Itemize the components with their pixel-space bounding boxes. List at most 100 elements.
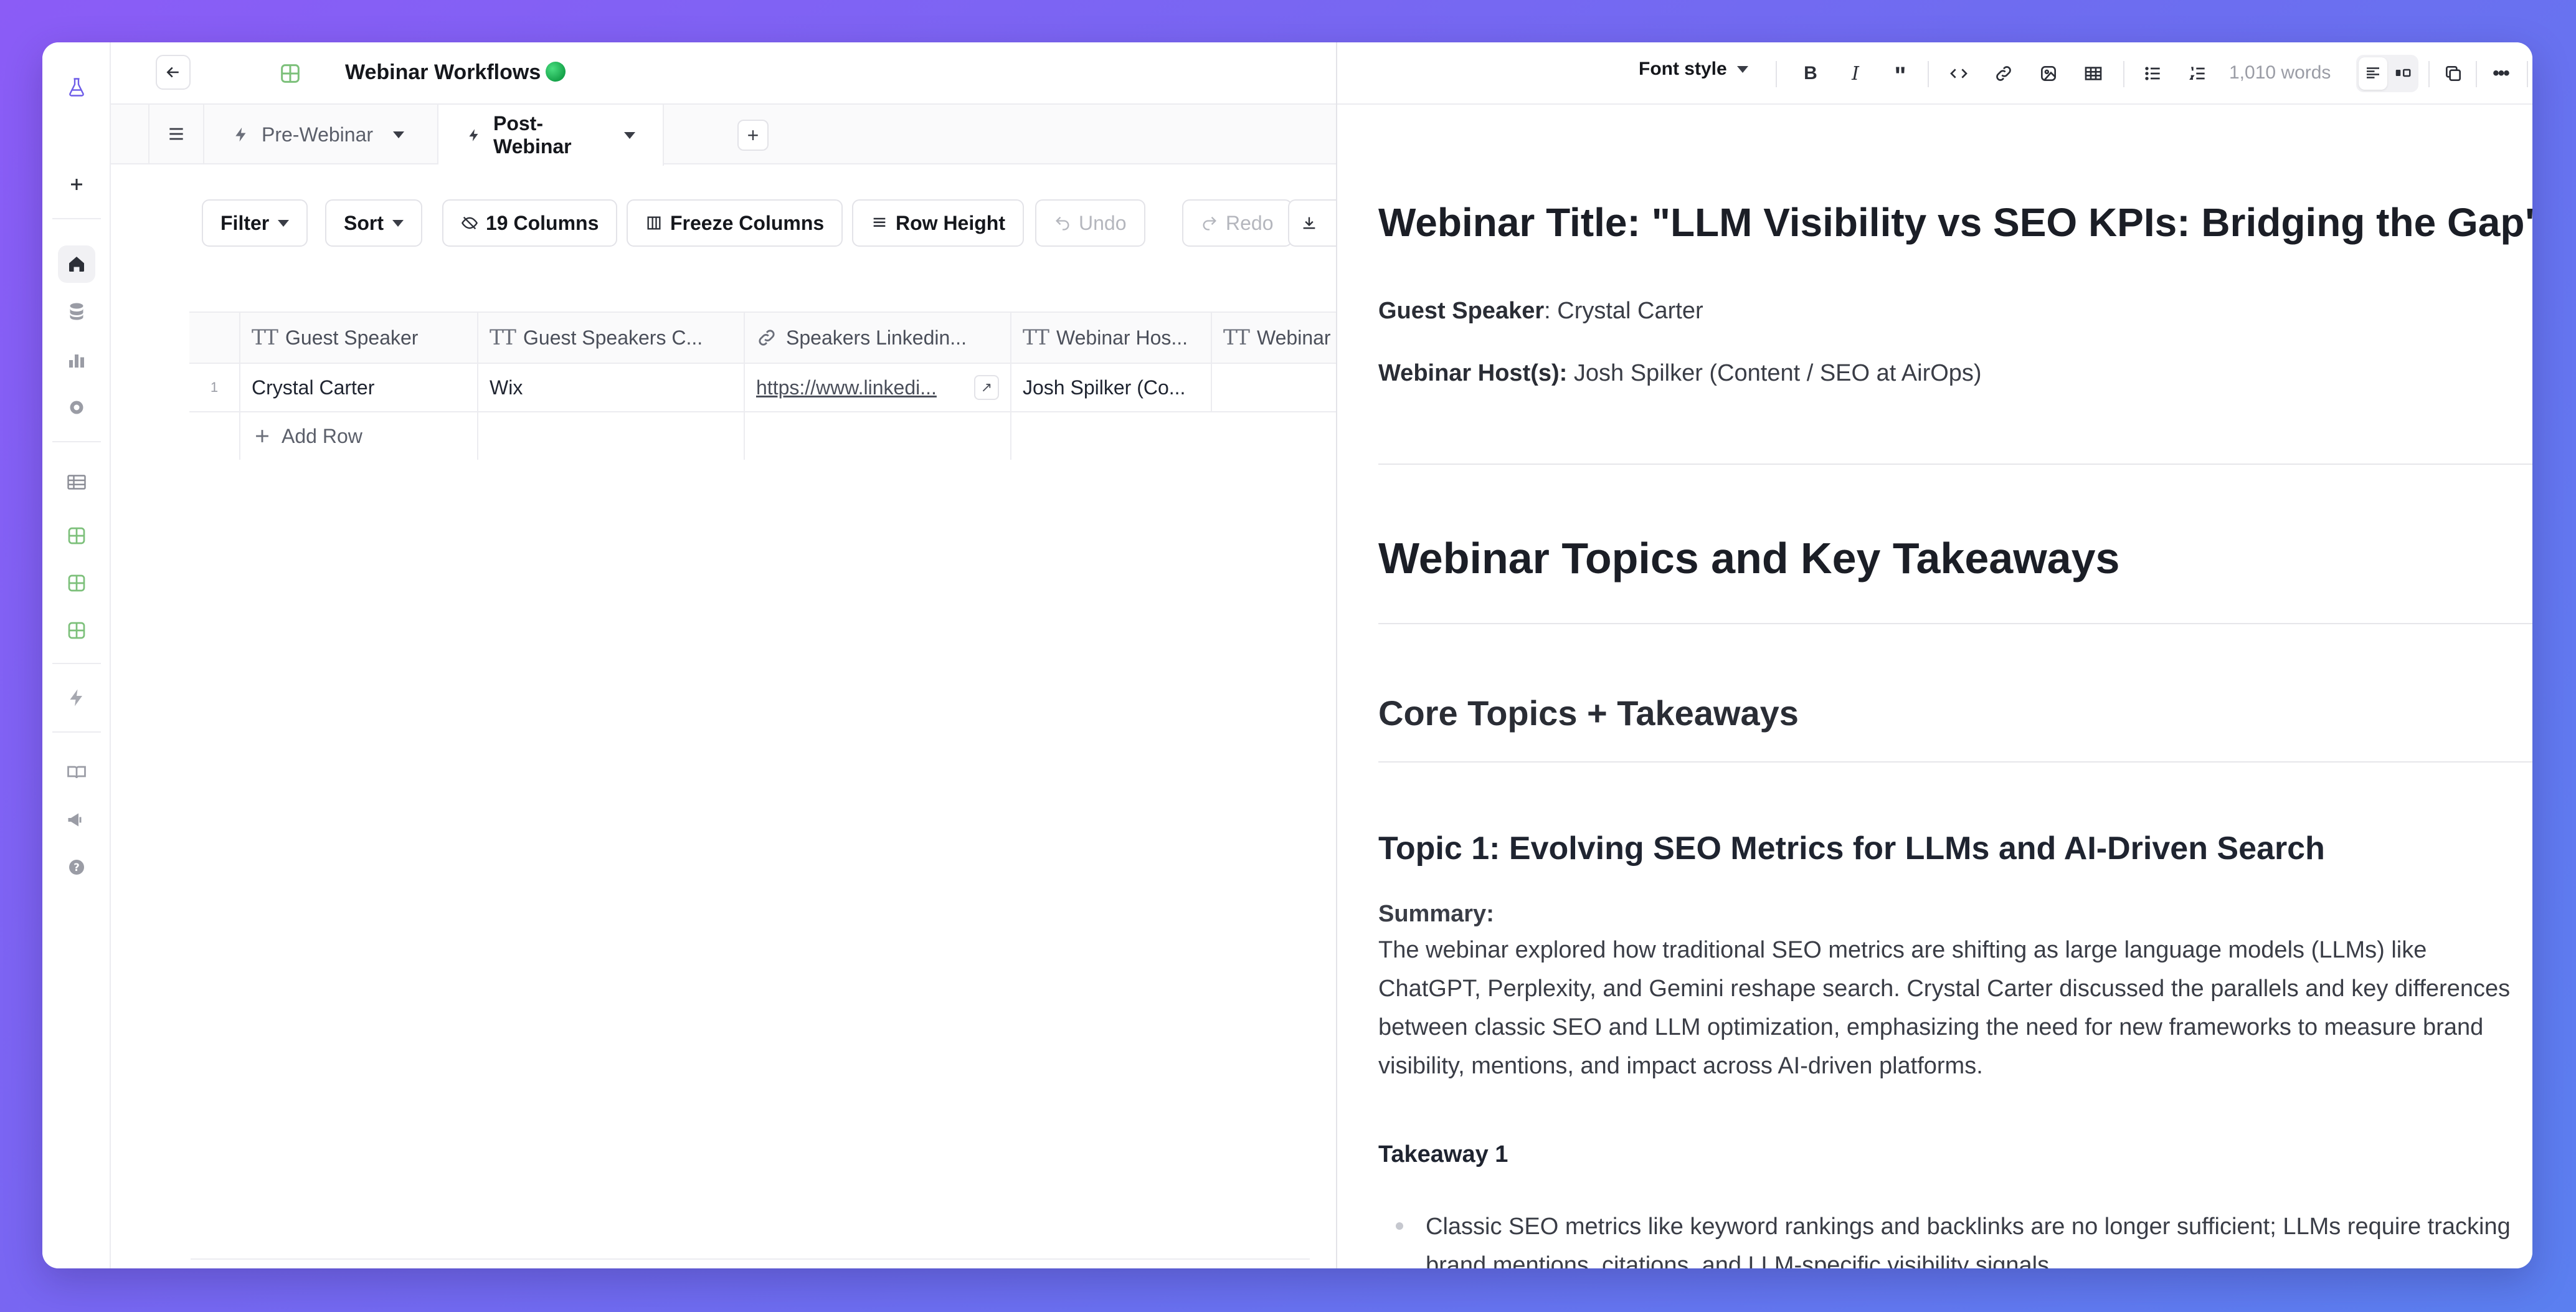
redo-icon — [1203, 216, 1216, 231]
section-title: Webinar Topics and Key Takeaways — [1378, 534, 2120, 582]
align-left-icon[interactable] — [2364, 64, 2382, 82]
cell-text: Wix — [490, 376, 523, 399]
font-style-dropdown[interactable]: Font style — [1639, 59, 1748, 80]
top-bar: Webinar Workflows — [111, 42, 1336, 105]
column-header-label: Guest Speaker — [285, 326, 419, 349]
undo-icon — [1056, 216, 1069, 231]
summary-label: Summary: — [1378, 901, 1494, 927]
workflow-bolt-icon — [235, 127, 246, 142]
home-icon[interactable] — [58, 245, 95, 283]
image-icon[interactable] — [2036, 61, 2061, 86]
topic-1-heading: Topic 1: Evolving SEO Metrics for LLMs a… — [1378, 830, 2325, 867]
cell-linkedin[interactable]: https://www.linkedi... ↗ — [744, 364, 1010, 411]
filter-button[interactable]: Filter — [202, 199, 308, 247]
grid-green-icon[interactable] — [58, 612, 95, 649]
linkedin-link[interactable]: https://www.linkedi... — [756, 376, 937, 399]
columns-button[interactable]: 19 Columns — [442, 199, 618, 247]
webinar-host-line: Webinar Host(s): Josh Spilker (Content /… — [1378, 354, 1982, 392]
bullet-list-icon[interactable] — [2141, 61, 2166, 86]
table-row[interactable]: 1 Crystal Carter Wix https://www.linkedi… — [189, 364, 1336, 412]
bullet-line: brand mentions, citations, and LLM-speci… — [1426, 1252, 2056, 1268]
grid-green-icon[interactable] — [58, 517, 95, 554]
code-icon[interactable] — [1946, 61, 1971, 86]
undo-button[interactable]: Undo — [1035, 199, 1145, 247]
row-number: 1 — [189, 364, 239, 411]
column-header-label: Speakers Linkedin... — [786, 326, 967, 349]
table-icon[interactable] — [58, 463, 95, 501]
italic-icon[interactable]: I — [1843, 61, 1868, 86]
row-height-icon — [873, 217, 886, 227]
row-number-header — [189, 313, 239, 363]
quote-icon[interactable]: " — [1888, 62, 1913, 90]
open-link-button[interactable]: ↗ — [974, 375, 999, 400]
tab-pre-webinar[interactable]: Pre-Webinar — [204, 105, 438, 164]
horizontal-rule — [1378, 761, 2532, 763]
workflow-bolt-icon[interactable] — [58, 679, 95, 716]
guest-speaker-label: Guest Speaker — [1378, 298, 1545, 324]
book-icon[interactable] — [58, 754, 95, 791]
bold-icon[interactable]: B — [1798, 61, 1823, 86]
numbered-list-icon[interactable] — [2185, 61, 2210, 86]
view-mode-toggle[interactable] — [2356, 55, 2418, 92]
row-number-label: 1 — [210, 379, 219, 395]
table-icon[interactable] — [2081, 61, 2106, 86]
column-header-webinar[interactable]: TT Webinar — [1211, 313, 1336, 363]
main-area: Webinar Workflows Pre-Webinar Post-Webin… — [111, 42, 1344, 1268]
chevron-down-icon — [392, 219, 404, 227]
undo-label: Undo — [1079, 211, 1127, 234]
bullet-line: Classic SEO metrics like keyword ranking… — [1426, 1214, 2511, 1240]
add-tab-button[interactable]: + — [737, 120, 769, 151]
create-plus-icon[interactable] — [58, 166, 95, 203]
cell-webinar[interactable] — [1211, 364, 1336, 411]
link-icon[interactable] — [1991, 61, 2016, 86]
rail-divider — [52, 441, 101, 442]
cell-webinar-host[interactable]: Josh Spilker (Co... — [1010, 364, 1211, 411]
webinar-host-label: Webinar Host(s): — [1378, 360, 1568, 386]
column-header-webinar-host[interactable]: TT Webinar Hos... — [1010, 313, 1211, 363]
rail-divider — [52, 218, 101, 219]
toolbar-divider — [2123, 61, 2124, 87]
summary-line: visibility, mentions, and impact across … — [1378, 1053, 1983, 1079]
add-row-label: Add Row — [282, 424, 362, 447]
link-icon — [759, 330, 775, 346]
freeze-columns-button[interactable]: Freeze Columns — [627, 199, 843, 247]
plus-icon — [256, 430, 268, 442]
chevron-down-icon — [393, 131, 405, 138]
download-icon — [1303, 217, 1315, 229]
add-row-button[interactable]: Add Row — [239, 412, 477, 460]
megaphone-icon[interactable] — [58, 801, 95, 839]
font-style-label: Font style — [1639, 59, 1727, 79]
grid-green-icon[interactable] — [58, 564, 95, 602]
menu-hamburger-button[interactable] — [148, 105, 204, 163]
toolbar-divider — [2527, 61, 2528, 87]
split-view-icon[interactable] — [2394, 64, 2412, 82]
analytics-icon[interactable] — [58, 341, 95, 379]
logo-flask-icon[interactable] — [58, 69, 95, 106]
tab-label: Pre-Webinar — [262, 123, 374, 146]
column-header-speakers-linkedin[interactable]: Speakers Linkedin... — [744, 313, 1010, 363]
tab-bar: Pre-Webinar Post-Webinar + — [111, 105, 1336, 166]
toolbar-divider — [2476, 61, 2477, 87]
cell-company[interactable]: Wix — [477, 364, 744, 411]
column-header-guest-speakers-company[interactable]: TT Guest Speakers C... — [477, 313, 744, 363]
database-icon[interactable] — [58, 293, 95, 330]
page-title: Webinar Workflows — [345, 56, 566, 88]
sort-button[interactable]: Sort — [325, 199, 422, 247]
cell-text: Josh Spilker (Co... — [1023, 376, 1186, 399]
row-height-button[interactable]: Row Height — [852, 199, 1024, 247]
back-button[interactable] — [156, 55, 191, 90]
column-header-label: Webinar Hos... — [1056, 326, 1188, 349]
copy-icon[interactable] — [2441, 61, 2466, 86]
help-icon[interactable]: ? — [58, 849, 95, 886]
toolbar-divider — [1928, 61, 1929, 87]
tab-label: Post-Webinar — [493, 112, 572, 158]
document-panel: Font style B I " 1,010 words ••• Webinar… — [1336, 42, 2532, 1268]
column-header-guest-speaker[interactable]: TT Guest Speaker — [239, 313, 477, 363]
redo-label: Redo — [1226, 211, 1274, 234]
cell-guest-speaker[interactable]: Crystal Carter — [239, 364, 477, 411]
tab-post-webinar[interactable]: Post-Webinar — [438, 105, 664, 166]
more-options-icon[interactable]: ••• — [2488, 61, 2513, 86]
settings-gear-icon[interactable] — [58, 389, 95, 426]
redo-button[interactable]: Redo — [1182, 199, 1292, 247]
column-header-label: Webinar — [1257, 326, 1331, 349]
